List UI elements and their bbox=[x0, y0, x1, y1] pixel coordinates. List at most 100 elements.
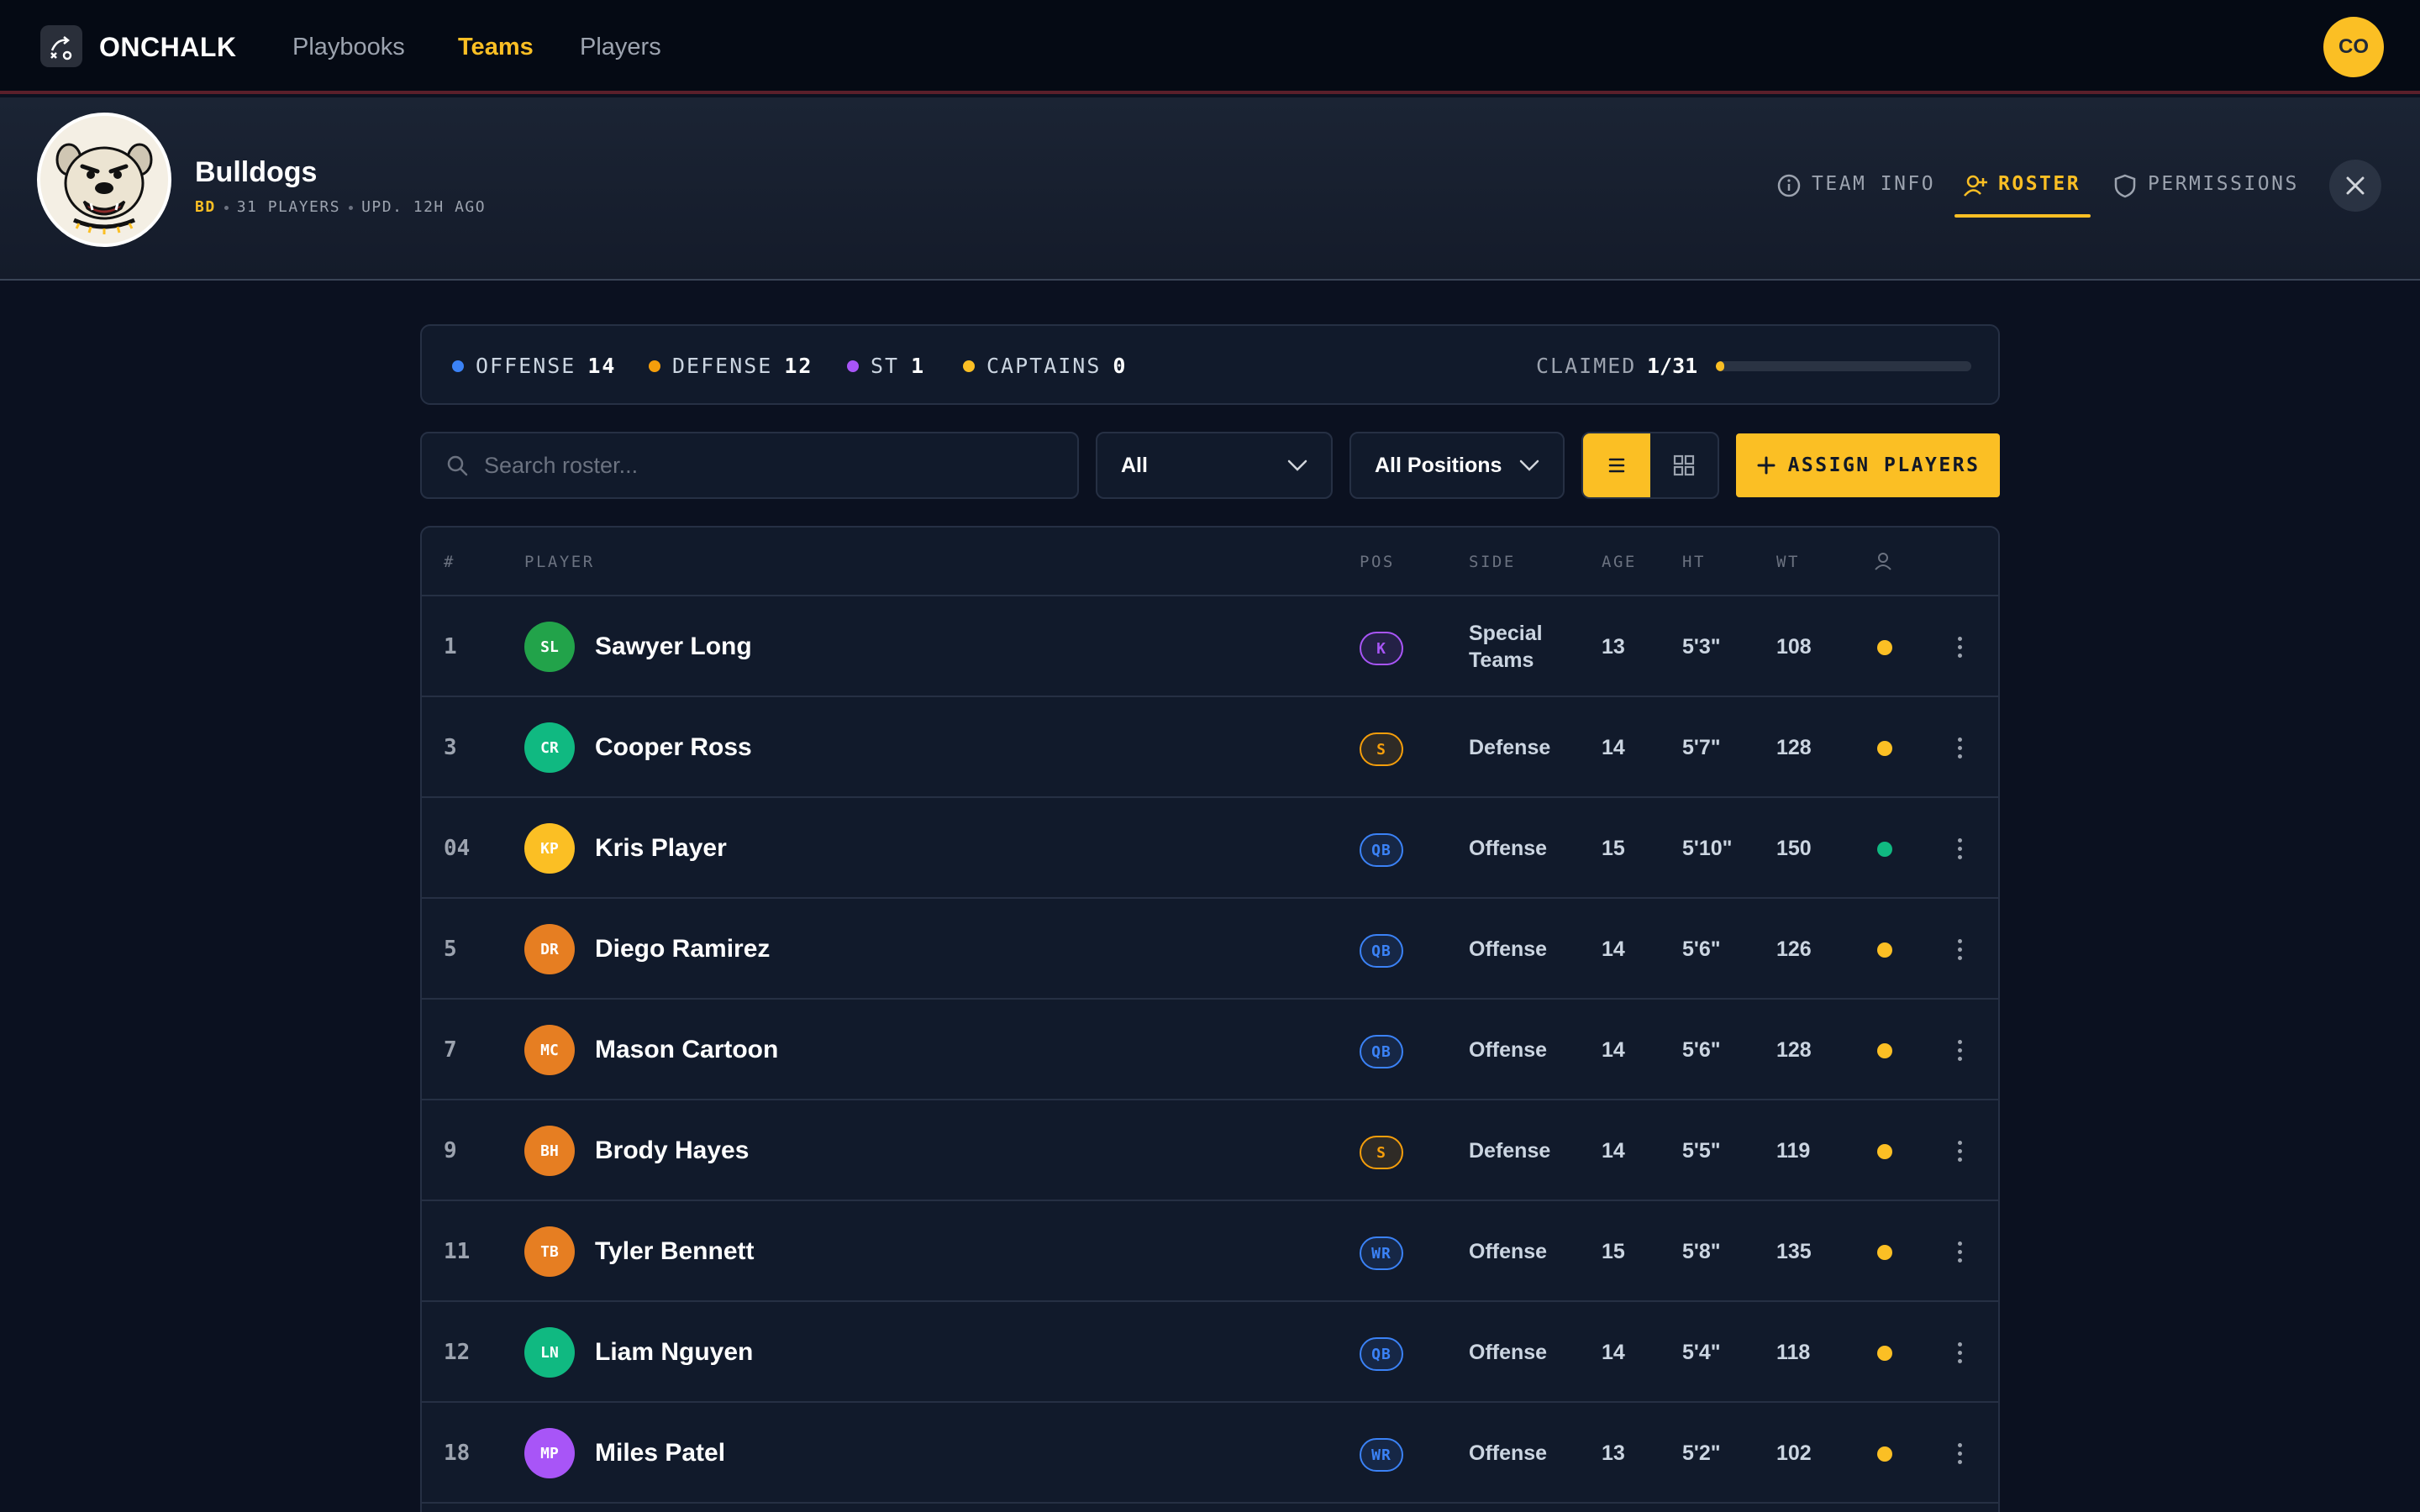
row-menu-kebab-icon[interactable] bbox=[1943, 1131, 1976, 1171]
col-header-ht[interactable]: HT bbox=[1682, 551, 1706, 573]
nav-players[interactable]: Players bbox=[580, 29, 661, 66]
search-box[interactable] bbox=[420, 432, 1079, 499]
player-name[interactable]: Brody Hayes bbox=[595, 1100, 749, 1201]
player-avatar: SL bbox=[524, 622, 575, 672]
team-header: Bulldogs BD 31 PLAYERS UPD. 12H AGO TEAM… bbox=[0, 97, 2420, 281]
col-header-pos[interactable]: POS bbox=[1360, 551, 1395, 573]
active-tab-indicator bbox=[1954, 214, 2091, 218]
claim-status-dot bbox=[1877, 1245, 1892, 1260]
tab-team-info-label: TEAM INFO bbox=[1812, 173, 1936, 195]
jersey-number: 18 bbox=[444, 1441, 471, 1466]
player-height: 5'5" bbox=[1682, 1138, 1721, 1163]
col-header-player[interactable]: PLAYER bbox=[524, 551, 595, 573]
claimed-label: CLAIMED bbox=[1536, 354, 1637, 378]
player-side-text: Offense bbox=[1469, 937, 1548, 961]
close-button[interactable] bbox=[2329, 160, 2381, 212]
position-badge: S bbox=[1360, 732, 1403, 766]
table-row[interactable]: 5 DR Diego Ramirez QB Offense 14 5'6" 126 bbox=[422, 899, 1998, 1000]
onchalk-logo-icon[interactable] bbox=[40, 25, 82, 67]
player-name[interactable]: Diego Ramirez bbox=[595, 899, 770, 1000]
table-row[interactable]: 1 SL Sawyer Long K Special Teams 13 5'3" 108 bbox=[422, 596, 1998, 697]
col-header-age[interactable]: AGE bbox=[1602, 551, 1637, 573]
nav-teams[interactable]: Teams bbox=[458, 29, 534, 66]
position-badge: K bbox=[1360, 632, 1403, 665]
claim-status-dot bbox=[1877, 942, 1892, 958]
player-height: 5'3" bbox=[1682, 634, 1721, 659]
team-abbr: BD bbox=[195, 198, 216, 216]
player-avatar: LN bbox=[524, 1327, 575, 1378]
col-header-wt[interactable]: WT bbox=[1776, 551, 1800, 573]
user-avatar[interactable]: CO bbox=[2323, 17, 2384, 77]
position-badge: QB bbox=[1360, 934, 1403, 968]
roster-stats-bar: OFFENSE 14 DEFENSE 12 ST 1 CAPTAINS 0 CL… bbox=[420, 324, 2000, 405]
row-menu-kebab-icon[interactable] bbox=[1943, 1030, 1976, 1070]
tab-team-info[interactable]: TEAM INFO bbox=[1776, 173, 1935, 223]
player-weight: 150 bbox=[1776, 836, 1812, 860]
col-header-claimed[interactable] bbox=[1874, 551, 1892, 573]
col-header-side[interactable]: SIDE bbox=[1469, 551, 1516, 573]
player-side: Special Teams bbox=[1469, 596, 1570, 697]
tab-roster-label: ROSTER bbox=[1998, 173, 2081, 195]
player-avatar: DR bbox=[524, 924, 575, 974]
player-age: 13 bbox=[1602, 1441, 1625, 1465]
row-menu-kebab-icon[interactable] bbox=[1943, 828, 1976, 869]
search-input[interactable] bbox=[484, 452, 1055, 479]
player-name[interactable]: Kris Player bbox=[595, 798, 727, 899]
position-filter-select[interactable]: All Positions bbox=[1349, 432, 1565, 499]
table-row[interactable]: 04 KP Kris Player QB Offense 15 5'10" 150 bbox=[422, 798, 1998, 899]
stat-st-label: ST bbox=[871, 354, 900, 378]
claim-status-dot bbox=[1877, 1144, 1892, 1159]
row-menu-kebab-icon[interactable] bbox=[1943, 929, 1976, 969]
nav-playbooks[interactable]: Playbooks bbox=[292, 29, 405, 66]
stat-special-teams: ST 1 bbox=[847, 351, 925, 381]
table-row[interactable]: 12 LN Liam Nguyen QB Offense 14 5'4" 118 bbox=[422, 1302, 1998, 1403]
row-menu-kebab-icon[interactable] bbox=[1943, 1231, 1976, 1272]
row-menu-kebab-icon[interactable] bbox=[1943, 727, 1976, 768]
player-age: 15 bbox=[1602, 836, 1625, 860]
jersey-number: 7 bbox=[444, 1037, 457, 1063]
player-age: 14 bbox=[1602, 937, 1625, 961]
offense-dot bbox=[452, 360, 464, 372]
side-filter-select[interactable]: All bbox=[1096, 432, 1333, 499]
stat-offense-label: OFFENSE bbox=[476, 354, 576, 378]
stat-captains-value: 0 bbox=[1113, 354, 1128, 378]
separator-dot bbox=[224, 205, 229, 210]
table-row[interactable]: 18 MP Miles Patel WR Offense 13 5'2" 102 bbox=[422, 1403, 1998, 1504]
player-age: 14 bbox=[1602, 1037, 1625, 1062]
player-name[interactable]: Sawyer Long bbox=[595, 596, 752, 697]
col-header-number[interactable]: # bbox=[444, 551, 455, 573]
player-height: 5'4" bbox=[1682, 1340, 1721, 1364]
assign-players-button[interactable]: ASSIGN PLAYERS bbox=[1736, 433, 2000, 497]
team-name: Bulldogs bbox=[195, 156, 318, 188]
claimed-value: 1/31 bbox=[1647, 354, 1698, 378]
player-side: Offense bbox=[1469, 798, 1547, 899]
search-icon bbox=[447, 455, 468, 476]
row-menu-kebab-icon[interactable] bbox=[1943, 1433, 1976, 1473]
table-row[interactable]: 3 CR Cooper Ross S Defense 14 5'7" 128 bbox=[422, 697, 1998, 798]
row-menu-kebab-icon[interactable] bbox=[1943, 1332, 1976, 1373]
brand-name[interactable]: ONCHALK bbox=[99, 29, 236, 66]
grid-view-button[interactable] bbox=[1650, 433, 1718, 497]
player-name[interactable]: Miles Patel bbox=[595, 1403, 725, 1504]
player-name[interactable]: Tyler Bennett bbox=[595, 1201, 754, 1302]
player-name[interactable]: Liam Nguyen bbox=[595, 1302, 753, 1403]
tab-permissions[interactable]: PERMISSIONS bbox=[2112, 173, 2299, 223]
player-weight: 118 bbox=[1776, 1340, 1811, 1364]
player-side-text: Offense bbox=[1469, 1038, 1548, 1062]
table-row[interactable]: 11 TB Tyler Bennett WR Offense 15 5'8" 135 bbox=[422, 1201, 1998, 1302]
captains-dot bbox=[963, 360, 975, 372]
row-menu-kebab-icon[interactable] bbox=[1943, 627, 1976, 667]
player-side: Offense bbox=[1469, 1302, 1547, 1403]
info-icon bbox=[1777, 174, 1801, 197]
grid-icon bbox=[1673, 454, 1695, 476]
list-view-button[interactable] bbox=[1583, 433, 1650, 497]
table-row[interactable]: 7 MC Mason Cartoon QB Offense 14 5'6" 128 bbox=[422, 1000, 1998, 1100]
user-icon bbox=[1875, 553, 1891, 570]
player-weight: 135 bbox=[1776, 1239, 1812, 1263]
player-name[interactable]: Mason Cartoon bbox=[595, 1000, 778, 1100]
jersey-number: 04 bbox=[444, 836, 471, 861]
roster-table: # PLAYER POS SIDE AGE HT WT 1 SL Sawyer Lo… bbox=[420, 526, 2000, 1512]
player-name[interactable]: Cooper Ross bbox=[595, 697, 752, 798]
claim-status-dot bbox=[1877, 741, 1892, 756]
table-row[interactable]: 9 BH Brody Hayes S Defense 14 5'5" 119 bbox=[422, 1100, 1998, 1201]
